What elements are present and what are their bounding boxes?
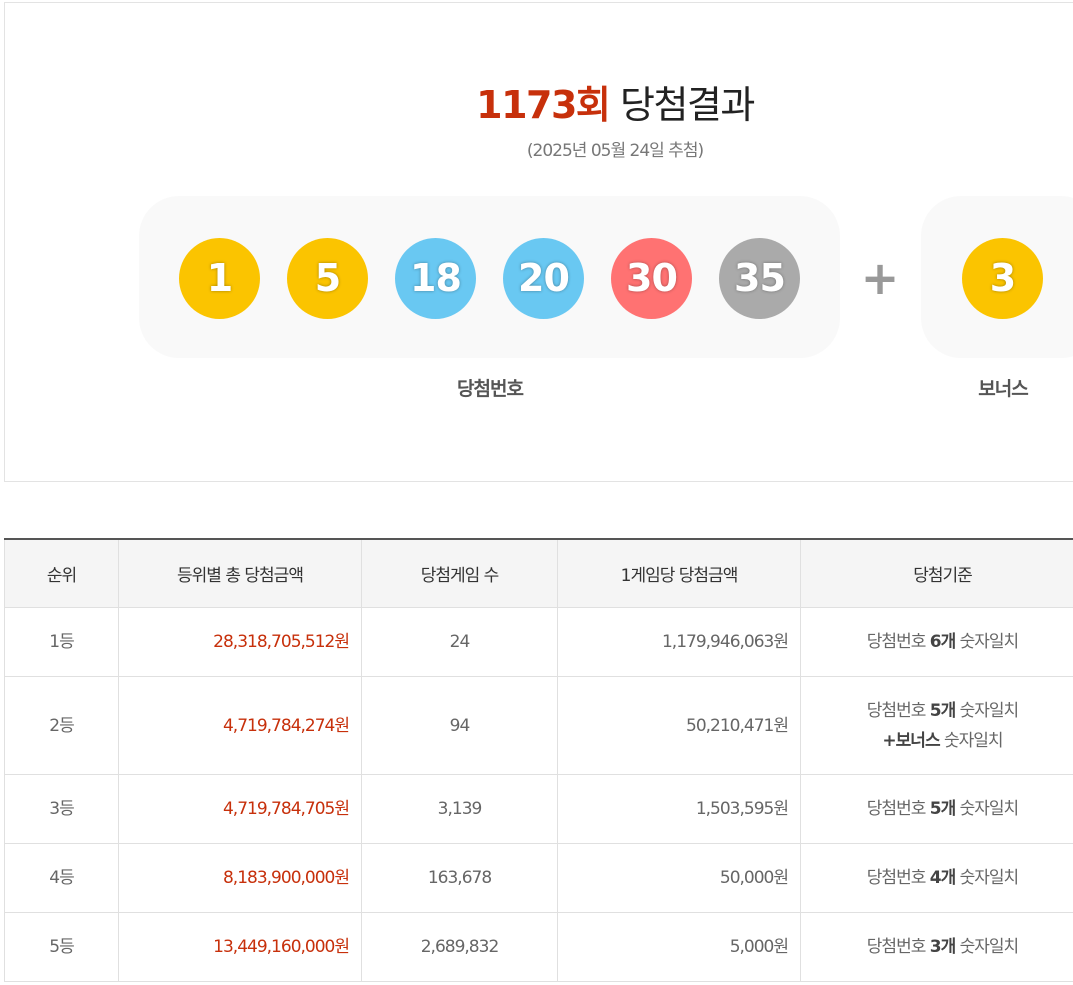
criteria-cell: 당첨번호 3개 숫자일치 bbox=[800, 912, 1073, 982]
criteria-suffix: 숫자일치 bbox=[955, 799, 1020, 819]
criteria-prefix: 당첨번호 bbox=[866, 799, 930, 819]
prize-per-game-cell: 1,503,595원 bbox=[557, 774, 801, 844]
winner-count-cell: 94 bbox=[361, 676, 558, 775]
total-prize-cell: 4,719,784,274원 bbox=[118, 676, 362, 775]
prize-per-game-cell: 50,210,471원 bbox=[557, 676, 801, 775]
criteria-count: 6개 bbox=[929, 632, 956, 652]
winning-ball-5: 30 bbox=[611, 238, 692, 319]
criteria-suffix: 숫자일치 bbox=[955, 632, 1020, 652]
prize-per-game-cell: 5,000원 bbox=[557, 912, 801, 982]
page-title: 1173회 당첨결과 bbox=[5, 81, 1073, 129]
header-total-prize: 등위별 총 당첨금액 bbox=[118, 538, 362, 608]
winner-count-cell: 24 bbox=[361, 607, 558, 677]
total-prize-cell: 28,318,705,512원 bbox=[118, 607, 362, 677]
bonus-label: 보너스 bbox=[978, 378, 1028, 400]
prize-per-game-cell: 1,179,946,063원 bbox=[557, 607, 801, 677]
winning-numbers-label: 당첨번호 bbox=[457, 378, 524, 400]
criteria-count: 5개 bbox=[929, 700, 956, 721]
criteria-count: 4개 bbox=[929, 868, 956, 888]
table-row: 4등 8,183,900,000원 163,678 50,000원 당첨번호 4… bbox=[4, 843, 1073, 913]
rank-cell: 5등 bbox=[4, 912, 119, 982]
winner-count-cell: 163,678 bbox=[361, 843, 558, 913]
total-prize-cell: 13,449,160,000원 bbox=[118, 912, 362, 982]
winner-count-cell: 3,139 bbox=[361, 774, 558, 844]
bonus-ball: 3 bbox=[962, 238, 1043, 319]
total-prize-cell: 4,719,784,705원 bbox=[118, 774, 362, 844]
criteria-count: 5개 bbox=[929, 799, 956, 819]
prize-table: 순위 등위별 총 당첨금액 당첨게임 수 1게임당 당첨금액 당첨기준 1등 2… bbox=[4, 538, 1073, 982]
criteria-cell: 당첨번호 5개 숫자일치 bbox=[800, 774, 1073, 844]
criteria-cell: 당첨번호 6개 숫자일치 bbox=[800, 607, 1073, 677]
criteria-suffix: 숫자일치 bbox=[955, 868, 1020, 888]
draw-date: (2025년 05월 24일 추첨) bbox=[526, 141, 704, 161]
table-row: 3등 4,719,784,705원 3,139 1,503,595원 당첨번호 … bbox=[4, 774, 1073, 844]
header-rank: 순위 bbox=[4, 538, 119, 608]
winning-ball-2: 5 bbox=[287, 238, 368, 319]
header-criteria: 당첨기준 bbox=[800, 538, 1073, 608]
prize-per-game-cell: 50,000원 bbox=[557, 843, 801, 913]
criteria-prefix: 당첨번호 bbox=[866, 632, 930, 652]
criteria-bonus: +보너스 bbox=[882, 730, 940, 751]
winner-count-cell: 2,689,832 bbox=[361, 912, 558, 982]
header-prize-per-game: 1게임당 당첨금액 bbox=[557, 538, 801, 608]
winning-ball-1: 1 bbox=[179, 238, 260, 319]
title-suffix: 당첨결과 bbox=[619, 83, 755, 127]
rank-cell: 4등 bbox=[4, 843, 119, 913]
table-row: 1등 28,318,705,512원 24 1,179,946,063원 당첨번… bbox=[4, 607, 1073, 677]
table-row: 2등 4,719,784,274원 94 50,210,471원 당첨번호 5개… bbox=[4, 676, 1073, 775]
rank-cell: 3등 bbox=[4, 774, 119, 844]
table-header-row: 순위 등위별 총 당첨금액 당첨게임 수 1게임당 당첨금액 당첨기준 bbox=[4, 538, 1073, 608]
winning-ball-6: 35 bbox=[719, 238, 800, 319]
rank-cell: 1등 bbox=[4, 607, 119, 677]
round-number: 1173회 bbox=[476, 83, 611, 127]
criteria-count: 3개 bbox=[929, 937, 956, 957]
criteria-suffix: 숫자일치 bbox=[955, 937, 1020, 957]
criteria-prefix: 당첨번호 bbox=[866, 937, 930, 957]
criteria-cell: 당첨번호 5개 숫자일치 +보너스 숫자일치 bbox=[800, 676, 1073, 775]
criteria-suffix: 숫자일치 bbox=[955, 700, 1020, 721]
winning-ball-4: 20 bbox=[503, 238, 584, 319]
rank-cell: 2등 bbox=[4, 676, 119, 775]
criteria-prefix: 당첨번호 bbox=[866, 868, 930, 888]
plus-icon: + bbox=[860, 251, 900, 305]
criteria-bonus-suffix: 숫자일치 bbox=[939, 730, 1004, 751]
criteria-cell: 당첨번호 4개 숫자일치 bbox=[800, 843, 1073, 913]
criteria-prefix: 당첨번호 bbox=[866, 700, 930, 721]
header-winner-count: 당첨게임 수 bbox=[361, 538, 558, 608]
winning-ball-3: 18 bbox=[395, 238, 476, 319]
table-row: 5등 13,449,160,000원 2,689,832 5,000원 당첨번호… bbox=[4, 912, 1073, 982]
total-prize-cell: 8,183,900,000원 bbox=[118, 843, 362, 913]
